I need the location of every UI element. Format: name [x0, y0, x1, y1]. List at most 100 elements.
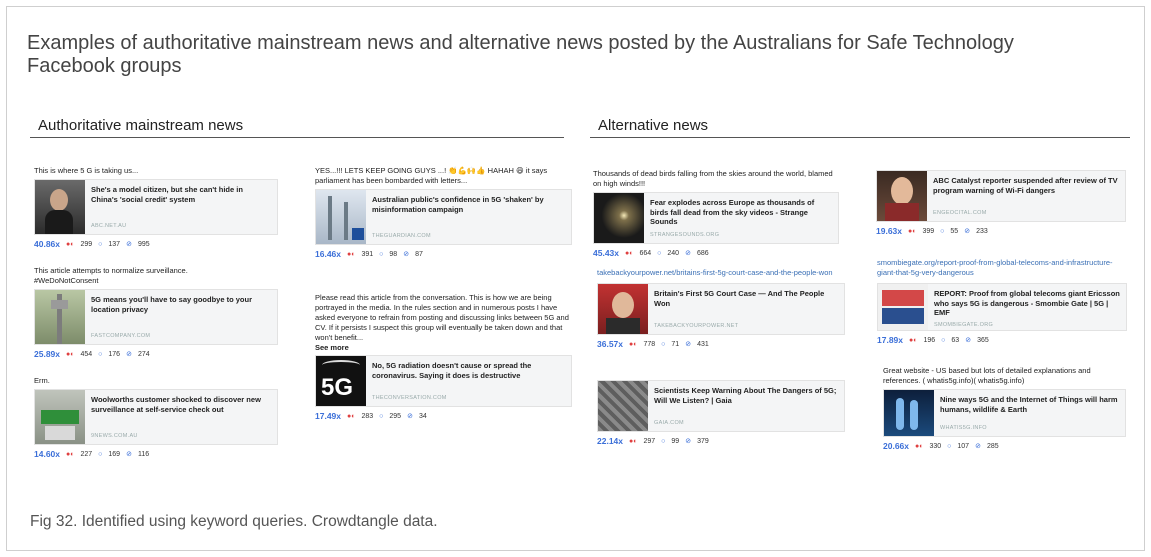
link-domain: WHATIS5G.INFO	[940, 425, 987, 431]
post-card: Please read this article from the conver…	[315, 293, 572, 421]
comment-count: 107	[957, 442, 970, 450]
link-preview[interactable]: ABC Catalyst reporter suspended after re…	[876, 170, 1126, 222]
see-more-link[interactable]: See more	[315, 343, 572, 352]
link-preview[interactable]: Britain's First 5G Court Case — And The …	[597, 283, 845, 335]
link-preview[interactable]: REPORT: Proof from global telecoms giant…	[877, 283, 1127, 331]
post-text: This article attempts to normalize surve…	[34, 266, 188, 285]
post-link[interactable]: takebackyourpower.net/britains-first-5g-…	[597, 268, 845, 278]
reaction-icon: ●◐	[908, 227, 917, 235]
link-title: Scientists Keep Warning About The Danger…	[654, 386, 837, 405]
share-count: 365	[977, 336, 989, 344]
link-preview[interactable]: Woolworths customer shocked to discover …	[34, 389, 278, 445]
share-count: 285	[986, 442, 999, 450]
comment-icon: ○	[941, 336, 946, 344]
reaction-count: 454	[80, 350, 93, 358]
share-count: 87	[415, 250, 423, 258]
share-count: 34	[418, 412, 427, 420]
reaction-count: 196	[923, 336, 936, 344]
share-icon: ⊘	[126, 241, 132, 248]
post-card: This is where 5 G is taking us... She's …	[34, 166, 278, 249]
share-count: 995	[137, 240, 150, 248]
link-domain: FASTCOMPANY.COM	[91, 333, 151, 339]
link-preview[interactable]: Scientists Keep Warning About The Danger…	[597, 380, 845, 432]
link-title: No, 5G radiation doesn't cause or spread…	[372, 361, 532, 380]
slide-title: Examples of authoritative mainstream new…	[27, 32, 1014, 77]
link-preview[interactable]: She's a model citizen, but she can't hid…	[34, 179, 278, 235]
post-stats: 17.49x ●◐ 283 ○ 295 ⊘ 34	[315, 411, 572, 421]
thumbnail-image	[884, 390, 934, 436]
post-stats: 25.89x ●◐ 454 ○ 176 ⊘ 274	[34, 349, 278, 359]
reaction-count: 391	[361, 250, 374, 258]
overperforming-ratio: 25.89x	[34, 349, 60, 359]
post-stats: 16.46x ●◐ 391 ○ 98 ⊘ 87	[315, 249, 572, 259]
link-title: Nine ways 5G and the Internet of Things …	[940, 395, 1118, 414]
post-card: ABC Catalyst reporter suspended after re…	[876, 170, 1126, 236]
section-rule-alternative	[590, 137, 1130, 138]
comment-icon: ○	[657, 249, 662, 257]
share-icon: ⊘	[964, 228, 971, 235]
share-count: 233	[976, 227, 988, 235]
reaction-icon: ●◐	[66, 450, 75, 458]
overperforming-ratio: 14.60x	[34, 449, 60, 459]
link-preview[interactable]: 5G means you'll have to say goodbye to y…	[34, 289, 278, 345]
reaction-icon: ●◐	[629, 437, 638, 445]
comment-icon: ○	[661, 340, 666, 348]
link-title: ABC Catalyst reporter suspended after re…	[933, 176, 1118, 195]
link-domain: THEGUARDIAN.COM	[372, 233, 431, 239]
post-card: This article attempts to normalize surve…	[34, 266, 278, 359]
link-domain: ENGEOCITAL.COM	[933, 210, 987, 216]
link-preview[interactable]: Australian public's confidence in 5G 'sh…	[315, 189, 572, 245]
post-text: This is where 5 G is taking us...	[34, 166, 139, 175]
comment-count: 169	[108, 450, 121, 458]
thumbnail-image	[35, 390, 85, 444]
post-stats: 36.57x ●◐ 778 ○ 71 ⊘ 431	[597, 339, 845, 349]
share-icon: ⊘	[685, 341, 692, 348]
share-icon: ⊘	[965, 337, 972, 344]
overperforming-ratio: 17.49x	[315, 411, 341, 421]
post-link[interactable]: smombiegate.org/report-proof-from-global…	[877, 258, 1127, 278]
reaction-icon: ●◐	[909, 336, 918, 344]
link-preview[interactable]: 5G No, 5G radiation doesn't cause or spr…	[315, 355, 572, 407]
share-icon: ⊘	[407, 413, 413, 420]
overperforming-ratio: 40.86x	[34, 239, 60, 249]
share-count: 274	[137, 350, 150, 358]
reaction-count: 330	[929, 442, 942, 450]
comment-count: 240	[667, 249, 680, 257]
reaction-count: 299	[80, 240, 93, 248]
post-text: Thousands of dead birds falling from the…	[593, 169, 833, 188]
comment-icon: ○	[379, 412, 384, 420]
share-icon: ⊘	[126, 351, 132, 358]
post-stats: 17.89x ●◐ 196 ○ 63 ⊘ 365	[877, 335, 1127, 345]
link-preview[interactable]: Fear explodes across Europe as thousands…	[593, 192, 839, 244]
post-stats: 19.63x ●◐ 399 ○ 55 ⊘ 233	[876, 226, 1126, 236]
reaction-icon: ●◐	[347, 250, 356, 258]
link-title: She's a model citizen, but she can't hid…	[91, 185, 243, 204]
overperforming-ratio: 19.63x	[876, 226, 902, 236]
link-preview[interactable]: Nine ways 5G and the Internet of Things …	[883, 389, 1126, 437]
link-domain: SMOMBIEGATE.ORG	[934, 321, 994, 328]
comment-icon: ○	[98, 240, 103, 248]
figure-caption: Fig 32. Identified using keyword queries…	[30, 513, 438, 530]
link-title: Fear explodes across Europe as thousands…	[650, 198, 815, 226]
section-heading-alternative: Alternative news	[598, 117, 709, 134]
post-text: Please read this article from the conver…	[315, 293, 569, 342]
comment-icon: ○	[661, 437, 666, 445]
link-title: Woolworths customer shocked to discover …	[91, 395, 261, 414]
comment-count: 137	[108, 240, 121, 248]
overperforming-ratio: 17.89x	[877, 335, 903, 345]
share-icon: ⊘	[403, 251, 410, 258]
comment-icon: ○	[98, 450, 103, 458]
post-card: Scientists Keep Warning About The Danger…	[597, 380, 845, 446]
thumbnail-image	[35, 290, 85, 344]
comment-icon: ○	[379, 250, 384, 258]
post-text: YES...!!! LETS KEEP GOING GUYS ...! 👏💪🙌👍…	[315, 166, 548, 185]
post-stats: 20.66x ●◐ 330 ○ 107 ⊘ 285	[883, 441, 1126, 451]
share-count: 431	[697, 340, 709, 348]
link-title: Britain's First 5G Court Case — And The …	[654, 289, 825, 308]
post-card: Great website - US based but lots of det…	[883, 366, 1126, 451]
reaction-count: 227	[80, 450, 93, 458]
link-domain: TAKEBACKYOURPOWER.NET	[654, 323, 739, 329]
overperforming-ratio: 45.43x	[593, 248, 619, 258]
overperforming-ratio: 36.57x	[597, 339, 623, 349]
reaction-count: 399	[922, 227, 935, 235]
